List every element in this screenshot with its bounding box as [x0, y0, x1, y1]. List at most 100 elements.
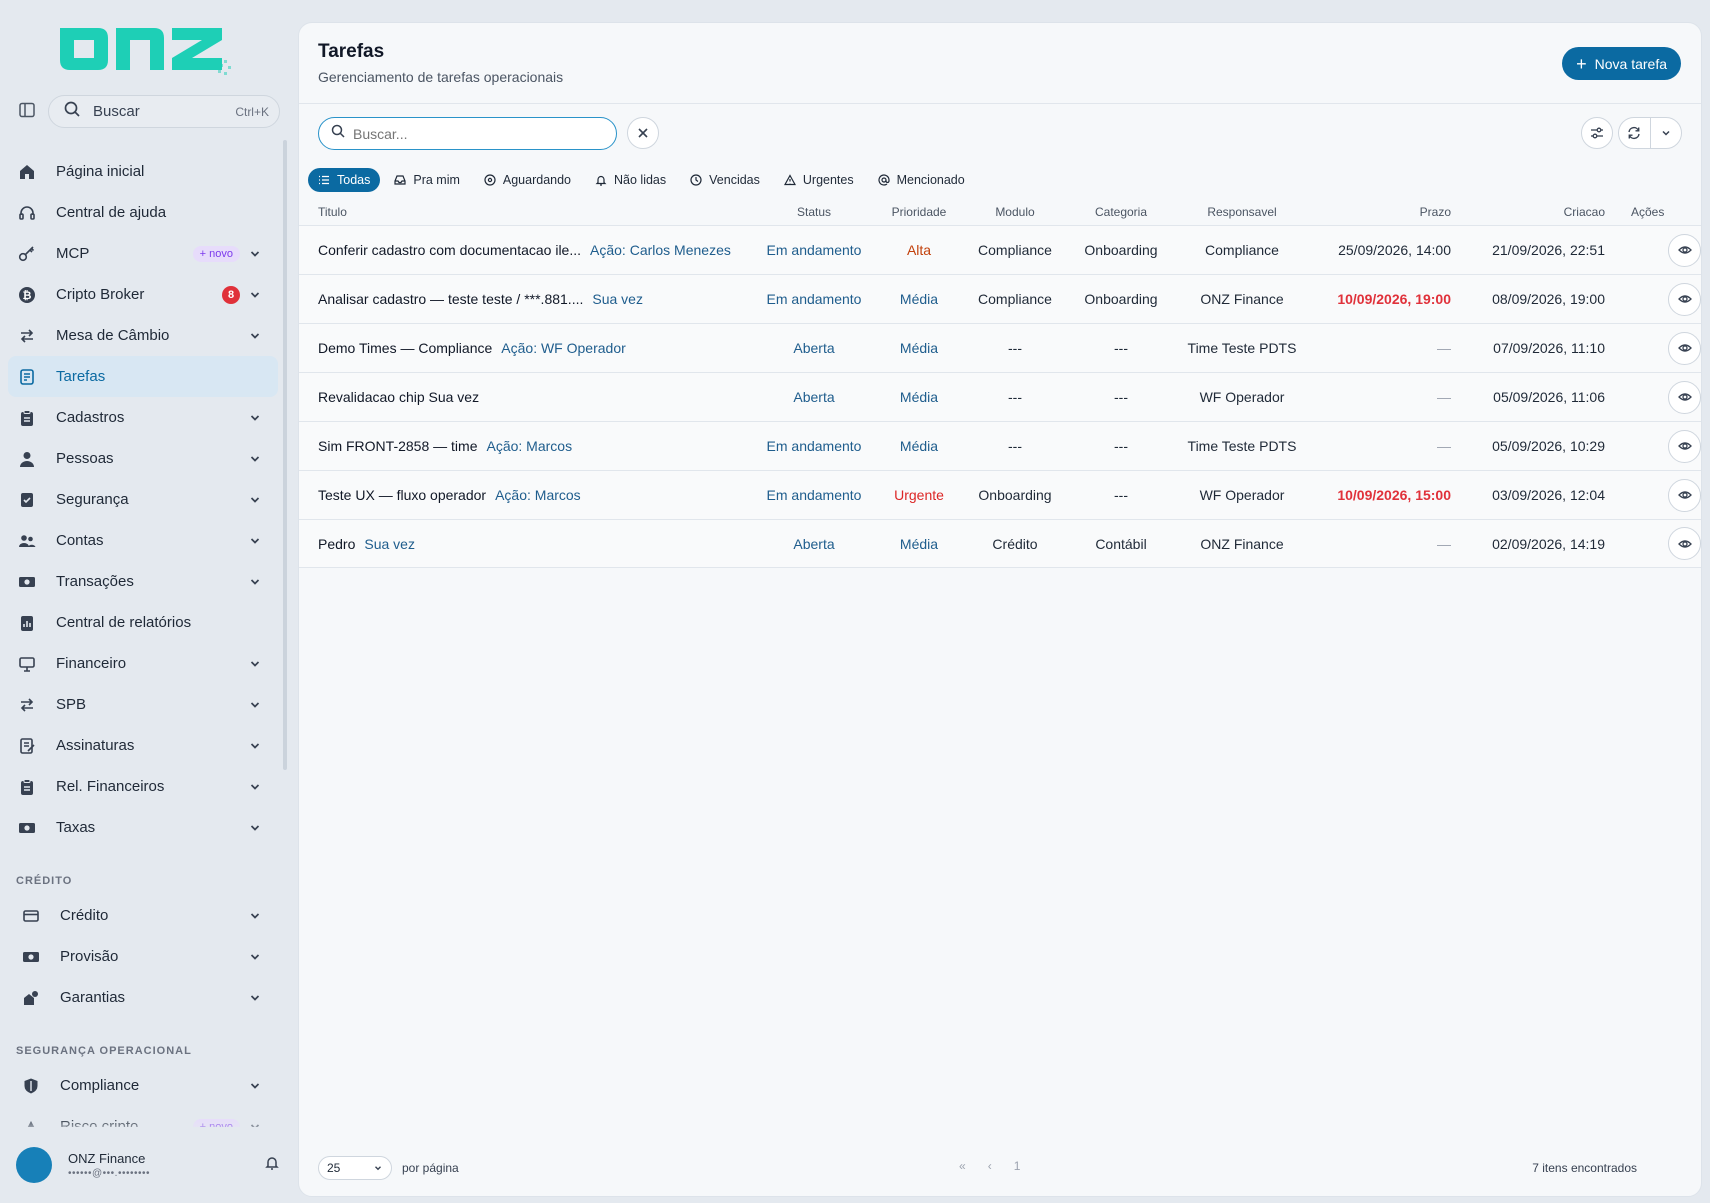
prev-page-icon[interactable]: ‹: [988, 1159, 992, 1173]
sidebar-item-pessoas[interactable]: Pessoas: [8, 438, 278, 479]
sidebar-item-seguranca[interactable]: Segurança: [8, 479, 278, 520]
new-task-button[interactable]: + Nova tarefa: [1562, 47, 1681, 80]
sidebar-item-taxas[interactable]: Taxas: [8, 807, 278, 848]
chevron-down-icon[interactable]: [248, 739, 262, 753]
chevron-down-icon[interactable]: [248, 493, 262, 507]
filter-chip-pra-mim[interactable]: Pra mim: [384, 168, 470, 192]
chevron-down-icon[interactable]: [248, 575, 262, 589]
chevron-down-icon[interactable]: [248, 329, 262, 343]
table-row[interactable]: Conferir cadastro com documentacao ile..…: [299, 225, 1701, 274]
sidebar-scrollbar[interactable]: [283, 140, 287, 770]
table-row[interactable]: Revalidacao chip Sua vez Aberta Média --- --…: [299, 372, 1701, 421]
task-title[interactable]: Teste UX — fluxo operador: [318, 487, 486, 503]
chevron-down-icon[interactable]: [248, 1079, 262, 1093]
chevron-down-icon[interactable]: [248, 950, 262, 964]
view-task-button[interactable]: [1668, 282, 1701, 316]
sidebar-item-financeiro[interactable]: Financeiro: [8, 643, 278, 684]
chevron-down-icon[interactable]: [248, 909, 262, 923]
view-task-button[interactable]: [1668, 478, 1701, 512]
clear-search-button[interactable]: [627, 117, 659, 149]
view-task-button[interactable]: [1668, 331, 1701, 365]
refresh-icon: [1628, 126, 1640, 140]
column-header-criacao[interactable]: Criacao: [1451, 205, 1605, 219]
view-task-button[interactable]: [1668, 429, 1701, 463]
chevron-down-icon[interactable]: [248, 780, 262, 794]
table-row[interactable]: Analisar cadastro — teste teste / ***.88…: [299, 274, 1701, 323]
sidebar-item-compliance[interactable]: Compliance: [12, 1065, 278, 1106]
chevron-down-icon[interactable]: [248, 288, 262, 302]
bell-icon[interactable]: [264, 1155, 280, 1176]
refresh-options-button[interactable]: [1651, 118, 1682, 148]
sidebar-item-garantias[interactable]: Garantias: [12, 977, 278, 1018]
chevron-down-icon[interactable]: [248, 991, 262, 1005]
global-search[interactable]: Buscar Ctrl+K: [48, 95, 280, 128]
chevron-down-icon[interactable]: [248, 411, 262, 425]
first-page-icon[interactable]: «: [959, 1159, 966, 1173]
priority-cell: Urgente: [894, 487, 944, 503]
column-header-prazo[interactable]: Prazo: [1305, 205, 1451, 219]
column-header-prioridade[interactable]: Prioridade: [871, 205, 967, 219]
refresh-split-button[interactable]: [1618, 117, 1682, 149]
chevron-down-icon: [1662, 130, 1670, 136]
task-title[interactable]: Sim FRONT-2858 — time: [318, 438, 477, 454]
sidebar-item-assinaturas[interactable]: Assinaturas: [8, 725, 278, 766]
user-email: ••••••@•••.••••••••: [68, 1168, 150, 1179]
filter-chip-mencionado[interactable]: Mencionado: [868, 168, 975, 192]
filter-chip-nao-lidas[interactable]: Não lidas: [585, 168, 676, 192]
sidebar-item-mcp[interactable]: MCP + novo: [8, 233, 278, 274]
refresh-button[interactable]: [1619, 118, 1651, 148]
task-search[interactable]: [318, 117, 617, 150]
table-row[interactable]: Sim FRONT-2858 — time Ação: Marcos Em anda…: [299, 421, 1701, 470]
task-search-input[interactable]: [353, 125, 593, 142]
filter-chip-vencidas[interactable]: Vencidas: [680, 168, 770, 192]
view-task-button[interactable]: [1668, 527, 1701, 560]
column-header-titulo[interactable]: Titulo: [299, 205, 757, 219]
sidebar-item-credito[interactable]: Crédito: [12, 895, 278, 936]
avatar[interactable]: [16, 1147, 52, 1183]
header-divider: [299, 103, 1701, 104]
chevron-down-icon[interactable]: [248, 247, 262, 261]
column-header-acoes[interactable]: Ações: [1605, 205, 1701, 219]
task-title[interactable]: Demo Times — Compliance: [318, 340, 492, 356]
sidebar-item-cadastros[interactable]: Cadastros: [8, 397, 278, 438]
task-title[interactable]: Analisar cadastro — teste teste / ***.88…: [318, 291, 583, 307]
column-header-modulo[interactable]: Modulo: [967, 205, 1063, 219]
sidebar-item-transacoes[interactable]: Transações: [8, 561, 278, 602]
chevron-down-icon[interactable]: [248, 698, 262, 712]
filter-settings-button[interactable]: [1581, 117, 1613, 149]
column-header-responsavel[interactable]: Responsavel: [1179, 205, 1305, 219]
view-task-button[interactable]: [1668, 233, 1701, 267]
per-page-select[interactable]: 25: [318, 1156, 392, 1180]
chevron-down-icon[interactable]: [248, 452, 262, 466]
filter-chip-label: Aguardando: [502, 173, 572, 187]
sidebar-item-central-de-relatorios[interactable]: Central de relatórios: [8, 602, 278, 643]
sidebar-item-pagina-inicial[interactable]: Página inicial: [8, 151, 278, 192]
sidebar-item-tarefas[interactable]: Tarefas: [8, 356, 278, 397]
task-title[interactable]: Conferir cadastro com documentacao ile..…: [318, 242, 581, 258]
table-row[interactable]: Teste UX — fluxo operador Ação: Marcos Em …: [299, 470, 1701, 519]
sidebar-item-central-de-ajuda[interactable]: Central de ajuda: [8, 192, 278, 233]
user-profile[interactable]: ONZ Finance ••••••@•••.••••••••: [16, 1147, 280, 1183]
filter-chip-urgentes[interactable]: Urgentes: [774, 168, 864, 192]
column-header-status[interactable]: Status: [757, 205, 871, 219]
chevron-down-icon[interactable]: [248, 534, 262, 548]
task-title[interactable]: Revalidacao chip Sua vez: [318, 389, 479, 405]
onz-logo[interactable]: [54, 20, 238, 78]
filter-chip-aguardando[interactable]: Aguardando: [474, 168, 581, 192]
sidebar-item-cripto-broker[interactable]: ₿ Cripto Broker 8: [8, 274, 278, 315]
table-row[interactable]: Demo Times — Compliance Ação: WF Operador…: [299, 323, 1701, 372]
task-title[interactable]: Pedro: [318, 536, 355, 552]
view-task-button[interactable]: [1668, 380, 1701, 414]
sidebar-item-rel-financeiros[interactable]: Rel. Financeiros: [8, 766, 278, 807]
column-header-categoria[interactable]: Categoria: [1063, 205, 1179, 219]
sidebar-toggle-icon[interactable]: [18, 101, 38, 121]
sidebar-item-mesa-de-cambio[interactable]: Mesa de Câmbio: [8, 315, 278, 356]
chevron-down-icon[interactable]: [248, 821, 262, 835]
page-number[interactable]: 1: [1014, 1159, 1021, 1173]
chevron-down-icon[interactable]: [248, 657, 262, 671]
sidebar-item-spb[interactable]: SPB: [8, 684, 278, 725]
filter-chip-todas[interactable]: Todas: [308, 168, 381, 192]
sidebar-item-provisao[interactable]: Provisão: [12, 936, 278, 977]
table-row[interactable]: Pedro Sua vez Aberta Média Crédito Contábil ON…: [299, 519, 1701, 568]
sidebar-item-contas[interactable]: Contas: [8, 520, 278, 561]
